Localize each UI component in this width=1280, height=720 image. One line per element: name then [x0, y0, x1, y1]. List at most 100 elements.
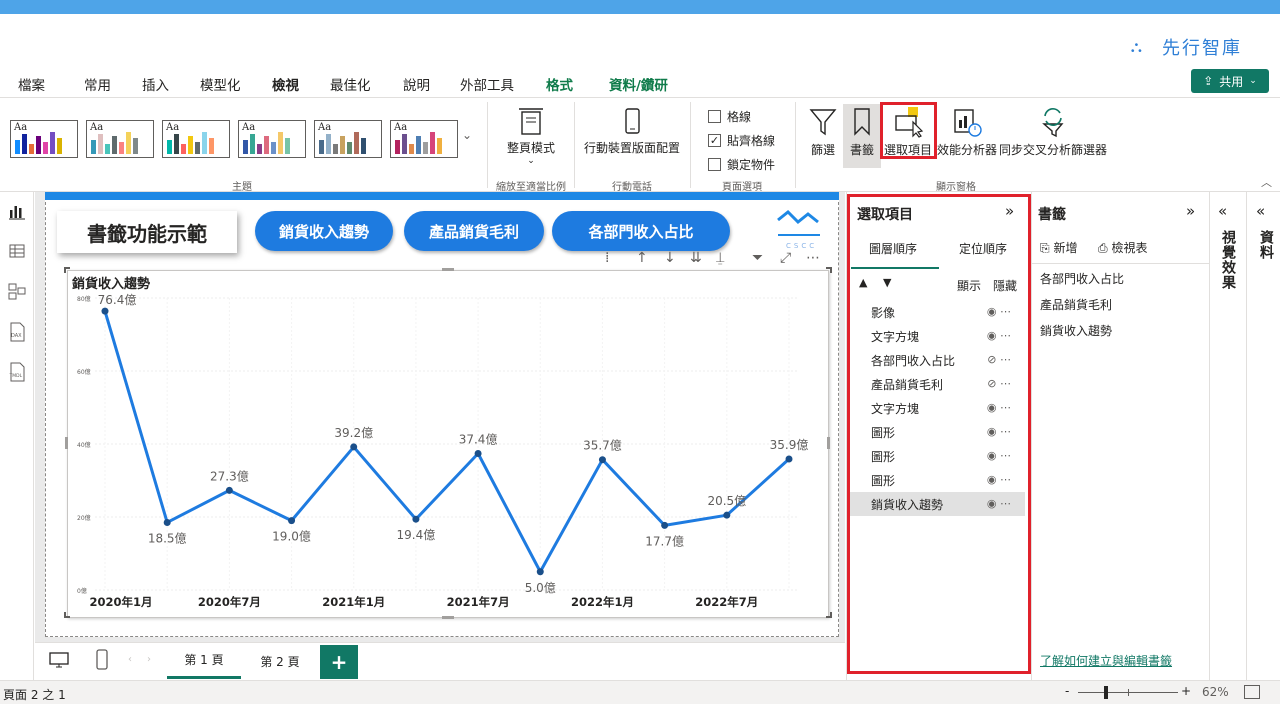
x-tick-label: 2022年1月: [571, 595, 634, 609]
drill-info-icon[interactable]: ⁞: [605, 250, 609, 266]
zoom-slider-thumb[interactable]: [1104, 686, 1108, 699]
previous-page-icon[interactable]: ‹: [128, 654, 132, 665]
gridlines-checkbox[interactable]: 格線: [708, 108, 751, 125]
theme-thumbnail[interactable]: Aa: [314, 120, 382, 158]
resize-handle[interactable]: [442, 268, 454, 271]
snap-to-grid-checkbox[interactable]: ✓ 貼齊格線: [708, 132, 775, 149]
expand-hierarchy-icon[interactable]: ⍊: [716, 250, 724, 266]
add-page-button[interactable]: +: [320, 645, 358, 679]
zoom-level: 62%: [1202, 685, 1229, 699]
filter-funnel-icon: [809, 109, 837, 136]
collapse-ribbon-icon[interactable]: ︿: [1261, 174, 1272, 190]
x-tick-label: 2020年7月: [198, 595, 261, 609]
menu-tab[interactable]: 插入: [142, 74, 169, 94]
model-view-icon[interactable]: [8, 282, 26, 300]
theme-color-swatch: [250, 134, 255, 154]
theme-color-swatch: [91, 140, 96, 154]
menu-tab[interactable]: 常用: [84, 74, 111, 94]
menu-tab[interactable]: 外部工具: [460, 74, 514, 94]
resize-handle[interactable]: [442, 616, 454, 619]
share-button[interactable]: ⇪ 共用 ⌄: [1191, 69, 1269, 93]
theme-color-swatch: [15, 140, 20, 154]
theme-color-swatch: [257, 144, 262, 154]
resize-handle[interactable]: [64, 612, 70, 618]
table-view-icon[interactable]: [8, 242, 26, 260]
theme-thumbnail[interactable]: Aa: [10, 120, 78, 158]
department-share-button[interactable]: 各部門收入占比: [552, 211, 730, 251]
checkbox-unchecked-icon: [708, 158, 721, 171]
tmdl-view-icon[interactable]: TMDL: [8, 362, 26, 382]
menu-tab[interactable]: 最佳化: [330, 74, 371, 94]
sync-slicers-button[interactable]: 同步交叉分析篩選器: [998, 106, 1108, 158]
zoom-slider[interactable]: [1078, 686, 1178, 699]
report-view-icon[interactable]: [8, 202, 26, 220]
menu-tab[interactable]: 說明: [403, 74, 430, 94]
bookmarks-pane-title: 書籤: [1038, 207, 1066, 223]
highlight-selection-button: [880, 102, 937, 159]
theme-color-swatch: [50, 132, 55, 154]
menu-tab[interactable]: 模型化: [200, 74, 241, 94]
expand-data-icon[interactable]: «: [1256, 202, 1265, 220]
bookmark-item[interactable]: 產品銷貨毛利: [1040, 296, 1112, 313]
bookmark-item[interactable]: 銷貨收入趨勢: [1040, 322, 1112, 339]
resize-handle[interactable]: [64, 267, 70, 273]
add-bookmark-button[interactable]: ⎘ 新增: [1040, 239, 1077, 256]
collapsed-panes: « « 視覺效果 資料: [1209, 192, 1280, 680]
expand-visualizations-icon[interactable]: «: [1218, 202, 1227, 220]
data-pane-label[interactable]: 資料: [1256, 230, 1276, 260]
bookmark-pane-button[interactable]: 書籤: [843, 104, 881, 168]
mobile-phone-icon: [625, 108, 640, 134]
theme-color-swatch: [395, 140, 400, 154]
next-page-icon[interactable]: ›: [147, 654, 151, 665]
fit-to-page-icon[interactable]: [1244, 685, 1260, 699]
mobile-layout-button[interactable]: 行動裝置版面配置: [582, 106, 682, 156]
theme-group-label: 主題: [232, 182, 252, 193]
focus-mode-icon[interactable]: ⤢: [780, 250, 791, 266]
more-options-icon[interactable]: ⋯: [806, 250, 820, 266]
y-tick-label: 0億: [77, 587, 87, 595]
visual-filter-icon[interactable]: ⏷: [752, 250, 763, 266]
theme-color-swatch: [340, 136, 345, 154]
collapse-pane-icon[interactable]: »: [1186, 202, 1195, 220]
menu-tab[interactable]: 檔案: [18, 74, 45, 94]
theme-thumbnail[interactable]: Aa: [86, 120, 154, 158]
resize-handle[interactable]: [826, 267, 832, 273]
view-bookmarks-button[interactable]: ⎙ 檢視表: [1098, 239, 1147, 256]
page-tab-1[interactable]: 第 1 頁: [167, 643, 241, 679]
data-point: [474, 449, 482, 457]
menu-tab[interactable]: 資料/鑽研: [609, 74, 668, 94]
page-tab-2[interactable]: 第 2 頁: [243, 643, 317, 679]
theme-thumbnail[interactable]: Aa: [390, 120, 458, 158]
theme-thumbnail[interactable]: Aa: [162, 120, 230, 158]
menu-tab[interactable]: 格式: [546, 74, 573, 94]
desktop-layout-icon[interactable]: [49, 651, 69, 672]
theme-color-swatch: [29, 144, 34, 154]
mobile-layout-icon[interactable]: [95, 649, 109, 674]
visualizations-pane-label[interactable]: 視覺效果: [1218, 230, 1238, 290]
data-label: 20.5億: [707, 494, 746, 508]
filter-pane-button[interactable]: 篩選: [804, 106, 842, 158]
bookmark-item[interactable]: 各部門收入占比: [1040, 270, 1124, 287]
product-margin-button[interactable]: 產品銷貨毛利: [404, 211, 544, 251]
drill-up-icon[interactable]: ↑: [636, 250, 648, 266]
menu-tab[interactable]: 檢視: [272, 74, 299, 102]
theme-color-swatch: [347, 142, 352, 154]
expand-next-level-icon[interactable]: ⇊: [690, 250, 702, 266]
zoom-in-button[interactable]: +: [1181, 684, 1191, 698]
sales-trend-button[interactable]: 銷貨收入趨勢: [255, 211, 393, 251]
resize-handle[interactable]: [65, 437, 68, 449]
resize-handle[interactable]: [826, 612, 832, 618]
theme-thumbnail[interactable]: Aa: [238, 120, 306, 158]
svg-text:TMDL: TMDL: [9, 373, 23, 379]
theme-gallery-expand-icon[interactable]: ⌄: [462, 128, 478, 158]
zoom-out-button[interactable]: -: [1065, 684, 1069, 698]
performance-analyzer-button[interactable]: 效能分析器: [936, 106, 998, 158]
lock-objects-checkbox[interactable]: 鎖定物件: [708, 156, 775, 173]
checkmark-icon: ✓: [708, 134, 721, 147]
theme-color-swatch: [133, 138, 138, 154]
drill-down-icon[interactable]: ↓: [664, 250, 676, 266]
dax-query-view-icon[interactable]: DAX: [8, 322, 26, 342]
learn-bookmarks-link[interactable]: 了解如何建立與編輯書籤: [1040, 652, 1172, 669]
resize-handle[interactable]: [827, 437, 830, 449]
page-view-button[interactable]: 整頁模式 ⌄: [500, 106, 562, 166]
